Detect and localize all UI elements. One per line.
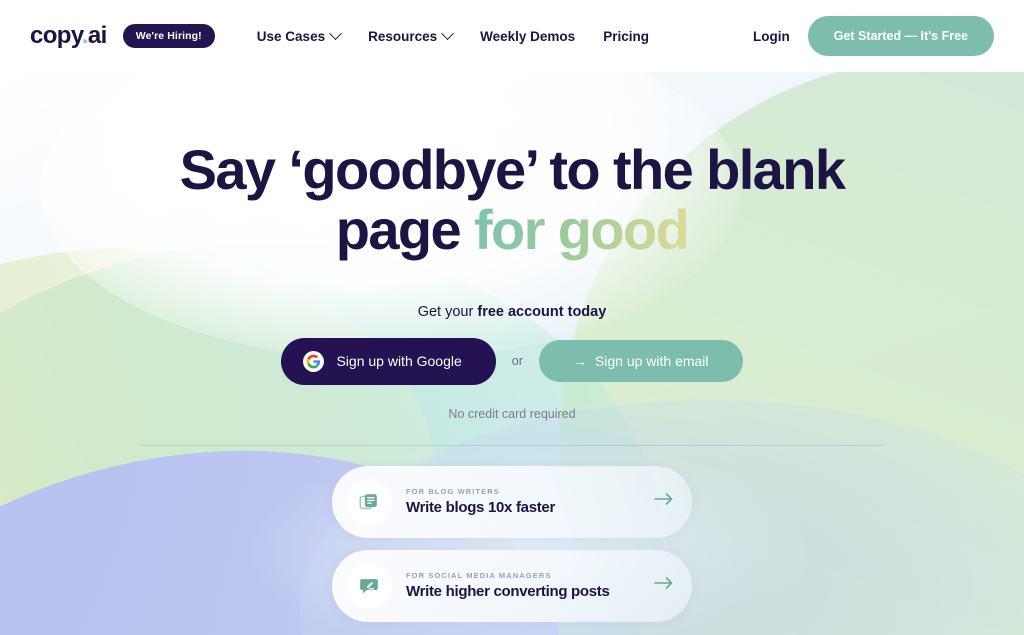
feature-card-eyebrow: FOR SOCIAL MEDIA MANAGERS <box>406 571 552 581</box>
hiring-badge[interactable]: We're Hiring! <box>122 24 215 48</box>
feature-card-title: Write blogs 10x faster <box>406 499 556 517</box>
brand-logo-text: copy <box>30 22 82 49</box>
sign-up-with-google-label: Sign up with Google <box>336 353 462 370</box>
hero-subheading: Get your free account today <box>0 304 1024 320</box>
hero-section: Say ‘goodbye’ to the blank page for good… <box>0 72 1024 622</box>
nav-item-pricing-label: Pricing <box>603 28 649 44</box>
feature-card-eyebrow: FOR BLOG WRITERS <box>406 487 500 497</box>
navbar-right-group: Login Get Started — It's Free <box>753 16 994 56</box>
sign-up-with-email-button[interactable]: → Sign up with email <box>538 340 743 383</box>
chat-pencil-icon <box>346 562 392 609</box>
login-link[interactable]: Login <box>753 29 790 44</box>
hero-subheading-regular: Get your <box>417 303 478 320</box>
navbar-left-group: copy.ai We're Hiring! <box>30 22 215 50</box>
feature-card-text: FOR BLOG WRITERS Write blogs 10x faster <box>406 487 646 516</box>
sign-up-with-email-label: Sign up with email <box>594 353 709 370</box>
feature-card-list: FOR BLOG WRITERS Write blogs 10x faster <box>0 465 1024 622</box>
headline-line-2-gradient: for good <box>474 197 690 261</box>
google-icon <box>303 350 325 372</box>
page-title: Say ‘goodbye’ to the blank page for good <box>152 140 872 260</box>
headline-line-2-dark: page <box>335 197 474 261</box>
nav-item-resources[interactable]: Resources <box>368 26 455 44</box>
arrow-right-icon <box>654 576 674 595</box>
hero-subheading-bold: free account today <box>477 303 607 320</box>
feature-card-title: Write higher converting posts <box>406 583 610 601</box>
feature-card-text: FOR SOCIAL MEDIA MANAGERS Write higher c… <box>406 571 646 600</box>
arrow-right-icon <box>654 492 674 511</box>
nav-item-weekly-demos[interactable]: Weekly Demos <box>480 29 575 44</box>
sign-up-with-google-button[interactable]: Sign up with Google <box>281 337 496 385</box>
no-credit-card-note: No credit card required <box>448 406 576 421</box>
page-root: copy.ai We're Hiring! Use Cases Resource… <box>0 0 1024 635</box>
chevron-down-icon <box>329 26 342 40</box>
brand-logo-suffix: ai <box>87 22 107 49</box>
headline-line-1: Say ‘goodbye’ to the blank <box>179 138 846 201</box>
feature-card-social-media-managers[interactable]: FOR SOCIAL MEDIA MANAGERS Write higher c… <box>332 549 692 622</box>
nav-item-resources-label: Resources <box>368 28 438 44</box>
brand-logo[interactable]: copy.ai <box>30 22 107 50</box>
article-document-icon <box>346 478 392 525</box>
arrow-right-icon: → <box>572 353 587 370</box>
nav-item-pricing[interactable]: Pricing <box>603 29 649 44</box>
navbar-links: Use Cases Resources Weekly Demos Pricing <box>256 26 649 44</box>
nav-item-use-cases[interactable]: Use Cases <box>256 26 342 44</box>
section-divider <box>141 444 883 446</box>
chevron-down-icon <box>441 26 455 40</box>
nav-item-weekly-demos-label: Weekly Demos <box>480 28 576 44</box>
signup-cta-row: Sign up with Google or → Sign up with em… <box>0 337 1024 385</box>
feature-card-blog-writers[interactable]: FOR BLOG WRITERS Write blogs 10x faster <box>332 465 692 538</box>
nav-item-use-cases-label: Use Cases <box>256 28 326 44</box>
or-separator: or <box>511 354 523 369</box>
navbar: copy.ai We're Hiring! Use Cases Resource… <box>0 0 1024 72</box>
get-started-button[interactable]: Get Started — It's Free <box>807 16 994 56</box>
